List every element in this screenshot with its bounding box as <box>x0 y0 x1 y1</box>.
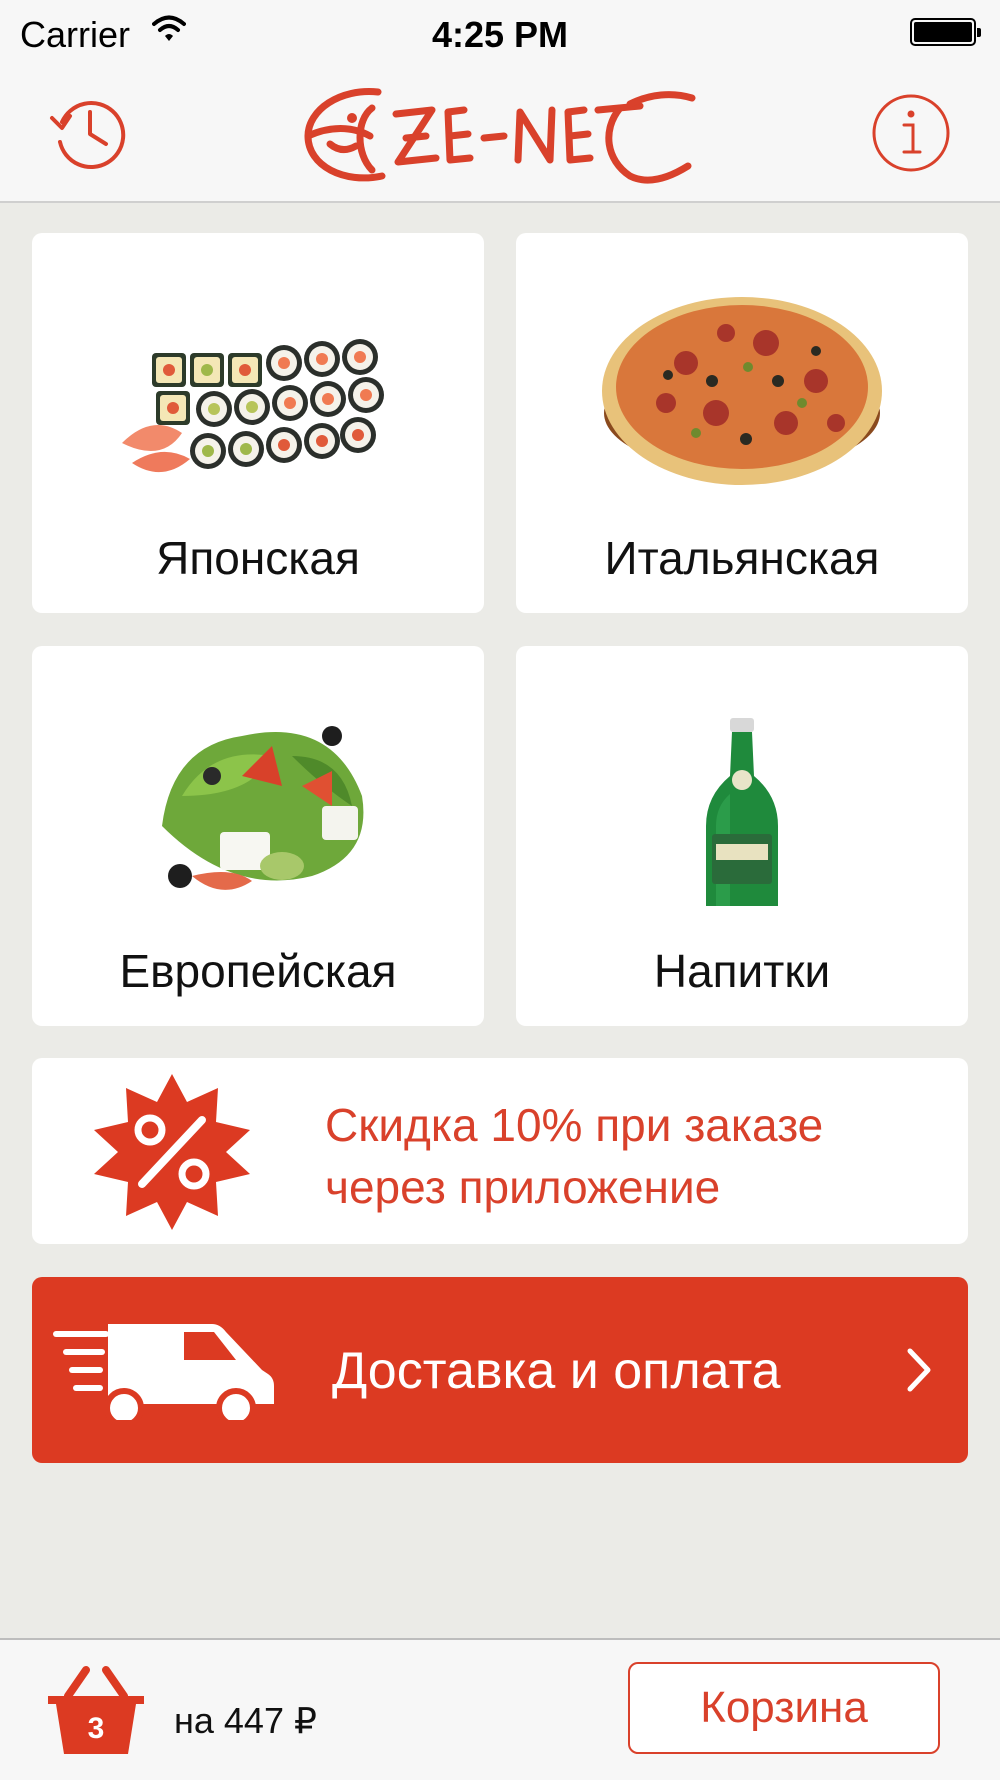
salad-image <box>162 726 364 890</box>
sushi-image <box>122 339 384 473</box>
bottle-image <box>706 718 778 906</box>
nav-bar <box>0 68 1000 203</box>
pizza-image <box>602 297 882 485</box>
discount-line-2: через приложение <box>325 1161 721 1213</box>
cart-item-count: 3 <box>87 1712 105 1745</box>
delivery-payment-button[interactable]: Доставка и оплата <box>32 1277 968 1463</box>
cart-bar: 3 на 447 ₽ Корзина <box>0 1638 1000 1780</box>
zenet-logo[interactable] <box>300 80 700 192</box>
category-italian[interactable]: Итальянская <box>516 233 968 613</box>
category-drinks[interactable]: Напитки <box>516 646 968 1026</box>
battery-icon <box>910 18 981 46</box>
percent-badge-icon <box>94 1074 250 1230</box>
discount-line-1: Скидка 10% при заказе <box>325 1099 824 1151</box>
category-japanese[interactable]: Японская <box>32 233 484 613</box>
chevron-right-icon <box>907 1348 931 1392</box>
category-label: Итальянская <box>604 532 880 584</box>
status-time: 4:25 PM <box>431 14 569 55</box>
cart-button[interactable]: Корзина <box>628 1662 940 1754</box>
category-label: Напитки <box>653 945 831 997</box>
delivery-truck-icon <box>53 1324 274 1420</box>
status-bar: Carrier 4:25 PM <box>0 0 1000 68</box>
delivery-label: Доставка и оплата <box>332 1342 781 1400</box>
discount-text: Скидка 10% при заказе через приложение <box>325 1094 945 1218</box>
category-european[interactable]: Европейская <box>32 646 484 1026</box>
category-label: Японская <box>156 532 360 584</box>
cart-total: на 447 ₽ <box>174 1700 317 1741</box>
category-label: Европейская <box>119 945 397 997</box>
info-icon[interactable] <box>870 92 952 174</box>
history-clock-icon[interactable] <box>48 92 130 174</box>
discount-banner[interactable]: Скидка 10% при заказе через приложение <box>32 1058 968 1244</box>
